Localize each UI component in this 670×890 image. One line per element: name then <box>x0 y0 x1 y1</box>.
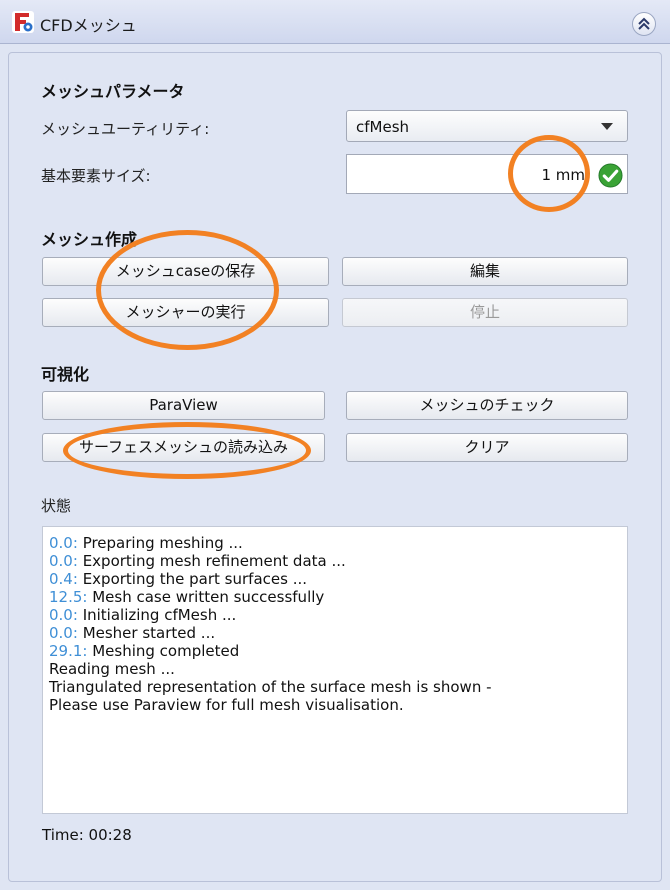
log-timestamp: 0.0: <box>49 534 78 552</box>
window-title: CFDメッシュ <box>40 16 137 35</box>
visualization-heading: 可視化 <box>41 365 90 384</box>
base-element-size-value: 1 mm <box>541 166 585 184</box>
log-line: 29.1: Meshing completed <box>49 642 621 660</box>
log-line: Please use Paraview for full mesh visual… <box>49 696 621 714</box>
paraview-button[interactable]: ParaView <box>42 391 325 420</box>
double-chevron-up-icon <box>638 17 650 30</box>
freecad-logo-icon <box>12 11 34 33</box>
log-message: Preparing meshing ... <box>77 534 243 552</box>
elapsed-time: Time: 00:28 <box>42 826 132 844</box>
log-message: Exporting the part surfaces ... <box>77 570 307 588</box>
run-mesher-button[interactable]: メッシャーの実行 <box>42 298 329 327</box>
log-message: Please use Paraview for full mesh visual… <box>49 696 404 714</box>
log-timestamp: 0.0: <box>49 606 78 624</box>
log-timestamp: 0.0: <box>49 624 78 642</box>
mesh-utility-value: cfMesh <box>356 118 410 136</box>
log-line: 0.4: Exporting the part surfaces ... <box>49 570 621 588</box>
log-message: Exporting mesh refinement data ... <box>77 552 346 570</box>
save-mesh-case-button[interactable]: メッシュcaseの保存 <box>42 257 329 286</box>
log-line: 0.0: Initializing cfMesh ... <box>49 606 621 624</box>
log-message: Meshing completed <box>87 642 240 660</box>
mesh-creation-heading: メッシュ作成 <box>41 230 138 249</box>
load-surface-mesh-button[interactable]: サーフェスメッシュの読み込み <box>42 433 325 462</box>
log-message: Triangulated representation of the surfa… <box>49 678 492 696</box>
mesh-parameters-heading: メッシュパラメータ <box>41 82 185 101</box>
mesh-utility-select[interactable]: cfMesh <box>346 110 628 142</box>
stop-button[interactable]: 停止 <box>342 298 628 327</box>
log-message: Initializing cfMesh ... <box>77 606 237 624</box>
log-line: 0.0: Exporting mesh refinement data ... <box>49 552 621 570</box>
log-message: Mesh case written successfully <box>87 588 325 606</box>
collapse-button[interactable] <box>632 12 656 36</box>
title-bar: CFDメッシュ <box>0 0 670 44</box>
status-log[interactable]: 0.0: Preparing meshing ... 0.0: Exporting… <box>42 526 628 814</box>
log-line: 0.0: Preparing meshing ... <box>49 534 621 552</box>
valid-check-icon <box>598 163 623 188</box>
log-line: Triangulated representation of the surfa… <box>49 678 621 696</box>
status-heading: 状態 <box>41 497 72 515</box>
log-message: Reading mesh ... <box>49 660 175 678</box>
log-timestamp: 12.5: <box>49 588 88 606</box>
log-line: 0.0: Mesher started ... <box>49 624 621 642</box>
log-timestamp: 0.4: <box>49 570 78 588</box>
edit-button[interactable]: 編集 <box>342 257 628 286</box>
log-timestamp: 29.1: <box>49 642 88 660</box>
base-element-size-input[interactable]: 1 mm <box>346 154 628 194</box>
log-line: Reading mesh ... <box>49 660 621 678</box>
log-message: Mesher started ... <box>77 624 216 642</box>
mesh-utility-label: メッシュユーティリティ: <box>41 120 210 138</box>
log-timestamp: 0.0: <box>49 552 78 570</box>
check-mesh-button[interactable]: メッシュのチェック <box>346 391 628 420</box>
dropdown-arrow-icon <box>601 123 613 130</box>
log-line: 12.5: Mesh case written successfully <box>49 588 621 606</box>
clear-button[interactable]: クリア <box>346 433 628 462</box>
base-element-size-label: 基本要素サイズ: <box>41 167 151 185</box>
